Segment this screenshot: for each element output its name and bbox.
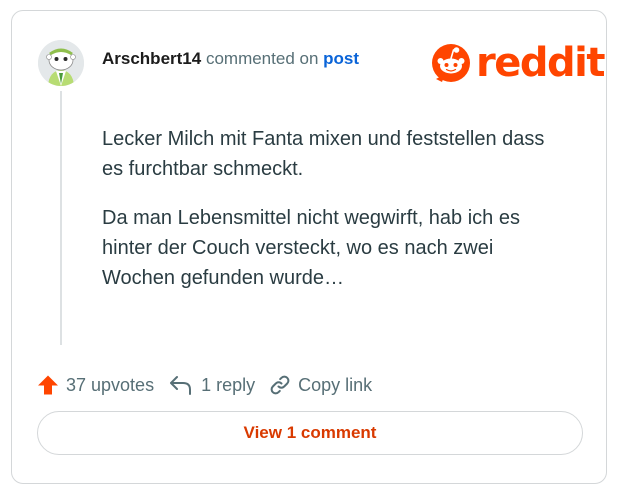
avatar[interactable]	[38, 40, 84, 86]
upvote-count: 37 upvotes	[66, 374, 155, 395]
comment-body: Lecker Milch mit Fanta mixen und festste…	[102, 124, 562, 312]
author-name[interactable]: Arschbert14	[102, 49, 201, 68]
comment-header: Arschbert14 commented on post	[102, 49, 359, 69]
reply-count: 1 reply	[201, 374, 256, 395]
reply-button[interactable]: 1 reply	[168, 374, 255, 396]
copy-link-button[interactable]: Copy link	[269, 374, 372, 396]
comment-action-text: commented on	[205, 49, 319, 68]
view-comment-button[interactable]: View 1 comment	[37, 411, 583, 455]
reply-arrow-icon	[170, 376, 192, 395]
snoo-avatar-icon	[38, 40, 84, 86]
copy-link-label: Copy link	[298, 374, 373, 395]
comment-paragraph: Lecker Milch mit Fanta mixen und festste…	[102, 128, 545, 180]
thread-line	[60, 91, 62, 345]
embedded-comment-card: Arschbert14 commented on post reddit Lec…	[11, 10, 607, 484]
reddit-snoo-icon	[432, 44, 470, 82]
link-icon	[270, 375, 290, 395]
reddit-logo[interactable]: reddit	[429, 40, 605, 86]
post-link[interactable]: post	[323, 49, 359, 68]
comment-paragraph: Da man Lebensmittel nicht wegwirft, hab …	[102, 207, 520, 289]
reddit-wordmark: reddit	[476, 40, 605, 86]
upvote-button[interactable]: 37 upvotes	[37, 374, 154, 396]
comment-actions: 37 upvotes 1 reply Copy link	[37, 374, 372, 396]
upvote-arrow-icon	[38, 375, 58, 395]
